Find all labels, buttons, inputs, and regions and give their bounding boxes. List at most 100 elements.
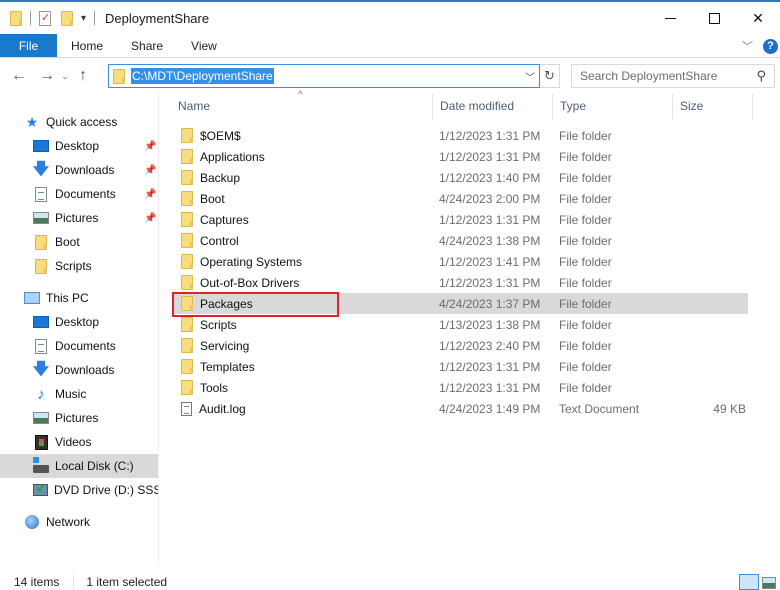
sidebar-item-pc-videos[interactable]: Videos: [0, 430, 158, 454]
sidebar-item-qa-documents[interactable]: Documents 📌: [0, 182, 158, 206]
file-name[interactable]: Backup: [181, 167, 240, 188]
file-name[interactable]: $OEM$: [181, 125, 241, 146]
sidebar-item-label: Documents: [55, 187, 116, 201]
file-row[interactable]: $OEM$ 1/12/2023 1:31 PM File folder: [172, 125, 748, 146]
minimize-button[interactable]: [648, 2, 692, 34]
search-input[interactable]: Search DeploymentShare ⚲: [571, 64, 775, 88]
folder-icon: [181, 380, 193, 395]
column-header-type[interactable]: Type: [552, 94, 672, 118]
details-view-button[interactable]: [739, 574, 759, 590]
file-row[interactable]: Templates 1/12/2023 1:31 PM File folder: [172, 356, 748, 377]
properties-icon[interactable]: [39, 10, 51, 26]
column-header-name[interactable]: Name: [170, 94, 432, 118]
file-row[interactable]: Backup 1/12/2023 1:40 PM File folder: [172, 167, 748, 188]
sidebar-item-this-pc[interactable]: This PC: [0, 286, 158, 310]
sidebar-item-pc-pictures[interactable]: Pictures: [0, 406, 158, 430]
address-bar[interactable]: C:\MDT\DeploymentShare ﹀: [108, 64, 540, 88]
file-name[interactable]: Scripts: [181, 314, 237, 335]
column-header-date-modified[interactable]: Date modified: [432, 94, 552, 118]
sidebar-item-pc-music[interactable]: ♪ Music: [0, 382, 158, 406]
file-row[interactable]: Out-of-Box Drivers 1/12/2023 1:31 PM File …: [172, 272, 748, 293]
sidebar-item-pc-documents[interactable]: Documents: [0, 334, 158, 358]
file-row[interactable]: Applications 1/12/2023 1:31 PM File folder: [172, 146, 748, 167]
sidebar-item-dvd-drive[interactable]: DVD Drive (D:) SSS_X: [0, 478, 158, 502]
file-date-modified: 4/24/2023 1:38 PM: [439, 233, 541, 248]
sidebar-item-quick-access[interactable]: ★ Quick access: [0, 110, 158, 134]
pin-icon[interactable]: 📌: [144, 213, 156, 224]
file-name[interactable]: Templates: [181, 356, 255, 377]
tab-share[interactable]: Share: [117, 34, 177, 57]
selection-count: 1 item selected: [73, 575, 181, 589]
column-header-size[interactable]: Size: [672, 94, 752, 118]
sidebar-item-pc-desktop[interactable]: Desktop: [0, 310, 158, 334]
sidebar-item-label: Downloads: [55, 363, 115, 377]
back-button[interactable]: ←: [8, 67, 30, 85]
file-list[interactable]: ^ Name Date modified Type Size $OEM$ 1/12…: [170, 90, 780, 566]
file-row[interactable]: Operating Systems 1/12/2023 1:41 PM File f…: [172, 251, 748, 272]
quick-access-toolbar: ▾: [0, 10, 103, 26]
address-dropdown-icon[interactable]: ﹀: [525, 69, 535, 84]
file-type: File folder: [559, 128, 612, 143]
refresh-button[interactable]: ↻: [540, 64, 560, 88]
sidebar-item-qa-desktop[interactable]: Desktop 📌: [0, 134, 158, 158]
file-name[interactable]: Boot: [181, 188, 225, 209]
file-row[interactable]: Audit.log 4/24/2023 1:49 PM Text Document 4…: [172, 398, 748, 419]
expand-ribbon-icon[interactable]: ﹀: [742, 38, 753, 54]
close-button[interactable]: ✕: [736, 2, 780, 34]
file-type: File folder: [559, 359, 612, 374]
sidebar-item-qa-scripts[interactable]: Scripts: [0, 254, 158, 278]
file-row[interactable]: Captures 1/12/2023 1:31 PM File folder: [172, 209, 748, 230]
search-icon[interactable]: ⚲: [756, 68, 766, 84]
maximize-button[interactable]: [692, 2, 736, 34]
sidebar-item-pc-downloads[interactable]: 🡇 Downloads: [0, 358, 158, 382]
pin-icon[interactable]: 📌: [144, 189, 156, 200]
file-row[interactable]: Tools 1/12/2023 1:31 PM File folder: [172, 377, 748, 398]
toolbar-separator: [30, 11, 31, 25]
file-name[interactable]: Control: [181, 230, 239, 251]
navigation-pane[interactable]: ★ Quick access Desktop 📌 🡇 Downloads 📌 D…: [0, 94, 159, 566]
new-folder-icon[interactable]: [61, 10, 73, 26]
file-size: 49 KB: [713, 401, 746, 416]
file-type: Text Document: [559, 401, 640, 416]
tab-home[interactable]: Home: [57, 34, 117, 57]
file-row[interactable]: Control 4/24/2023 1:38 PM File folder: [172, 230, 748, 251]
file-date-modified: 1/12/2023 1:40 PM: [439, 170, 541, 185]
file-name[interactable]: Captures: [181, 209, 249, 230]
status-bar: 14 items 1 item selected: [0, 574, 780, 590]
address-path[interactable]: C:\MDT\DeploymentShare: [131, 68, 274, 84]
file-row[interactable]: Boot 4/24/2023 2:00 PM File folder: [172, 188, 748, 209]
column-divider[interactable]: [752, 94, 753, 119]
folder-icon: [181, 212, 193, 227]
customize-toolbar-dropdown-icon[interactable]: ▾: [81, 13, 86, 24]
pin-icon[interactable]: 📌: [144, 141, 156, 152]
file-name[interactable]: Operating Systems: [181, 251, 302, 272]
tab-file[interactable]: File: [0, 34, 57, 57]
file-name[interactable]: Tools: [181, 377, 228, 398]
sidebar-item-label: Network: [46, 515, 91, 529]
navigation-bar: ← → ⌄ ↑ C:\MDT\DeploymentShare ﹀ ↻ Searc…: [0, 61, 780, 91]
file-name[interactable]: Audit.log: [181, 398, 246, 419]
sidebar-item-qa-downloads[interactable]: 🡇 Downloads 📌: [0, 158, 158, 182]
sidebar-item-qa-boot[interactable]: Boot: [0, 230, 158, 254]
file-row[interactable]: Scripts 1/13/2023 1:38 PM File folder: [172, 314, 748, 335]
file-name[interactable]: Applications: [181, 146, 265, 167]
sidebar-item-qa-pictures[interactable]: Pictures 📌: [0, 206, 158, 230]
sidebar-item-network[interactable]: Network: [0, 510, 158, 534]
pin-icon[interactable]: 📌: [144, 165, 156, 176]
forward-button[interactable]: →: [36, 67, 58, 85]
folder-icon: [35, 234, 47, 250]
up-button[interactable]: ↑: [72, 67, 94, 85]
file-name[interactable]: Servicing: [181, 335, 249, 356]
sidebar-item-local-disk[interactable]: Local Disk (C:): [0, 454, 158, 478]
file-row[interactable]: Servicing 1/12/2023 2:40 PM File folder: [172, 335, 748, 356]
folder-icon: [181, 233, 193, 248]
file-date-modified: 1/12/2023 2:40 PM: [439, 338, 541, 353]
sidebar-item-label: Quick access: [46, 115, 118, 129]
file-size: [679, 188, 746, 209]
large-icons-view-button[interactable]: [762, 577, 776, 589]
file-size: [679, 335, 746, 356]
file-name[interactable]: Out-of-Box Drivers: [181, 272, 299, 293]
help-icon[interactable]: ?: [763, 38, 778, 54]
tab-view[interactable]: View: [177, 34, 231, 57]
recent-locations-icon[interactable]: ⌄: [58, 71, 72, 82]
